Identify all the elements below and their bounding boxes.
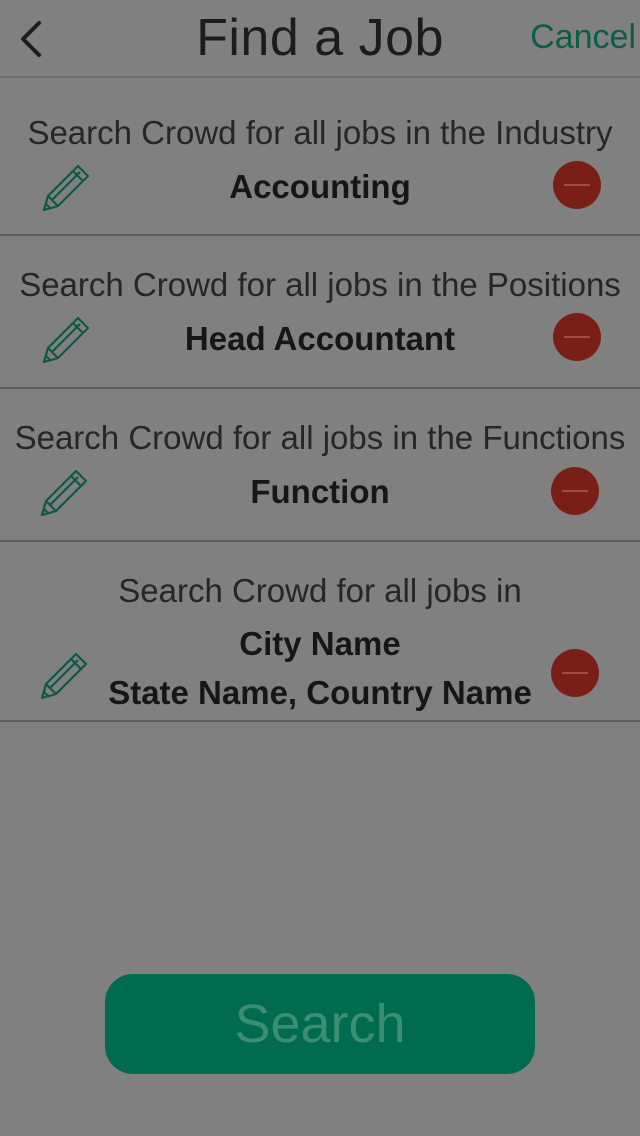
remove-position-button[interactable] [553, 313, 601, 361]
functions-caption: Search Crowd for all jobs in the Functio… [14, 419, 626, 456]
pencil-icon[interactable] [38, 467, 90, 519]
positions-row: Search Crowd for all jobs in the Positio… [0, 236, 640, 389]
minus-icon [564, 184, 590, 186]
navigation-bar: Find a Job Cancel [0, 0, 640, 78]
state-country-value: State Name, Country Name [108, 674, 532, 711]
industry-caption: Search Crowd for all jobs in the Industr… [27, 114, 613, 151]
remove-location-button[interactable] [551, 649, 599, 697]
functions-value: Function [250, 473, 390, 510]
search-button[interactable]: Search [105, 974, 535, 1074]
minus-icon [562, 490, 588, 492]
industry-row: Search Crowd for all jobs in the Industr… [0, 80, 640, 236]
pencil-icon[interactable] [40, 162, 92, 214]
minus-icon [564, 336, 590, 338]
pencil-icon[interactable] [40, 314, 92, 366]
positions-value: Head Accountant [184, 320, 456, 357]
remove-industry-button[interactable] [553, 161, 601, 209]
functions-row: Search Crowd for all jobs in the Functio… [0, 389, 640, 542]
location-row: Search Crowd for all jobs in City Name S… [0, 542, 640, 722]
remove-function-button[interactable] [551, 467, 599, 515]
positions-caption: Search Crowd for all jobs in the Positio… [19, 266, 621, 303]
city-value: City Name [239, 625, 401, 662]
minus-icon [562, 672, 588, 674]
industry-value: Accounting [229, 168, 411, 205]
cancel-button[interactable]: Cancel [530, 18, 636, 57]
pencil-icon[interactable] [38, 650, 90, 702]
location-caption: Search Crowd for all jobs in [118, 572, 522, 609]
